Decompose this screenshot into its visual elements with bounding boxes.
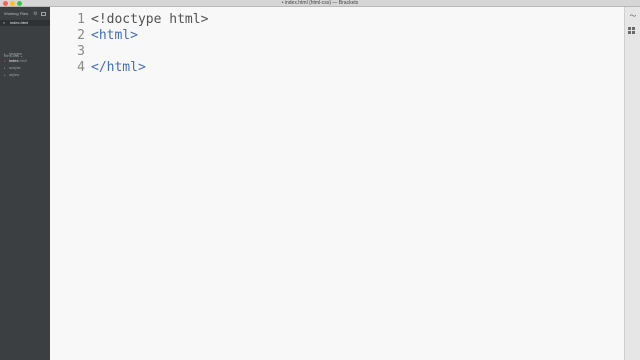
tree-folder-styles[interactable]: ▸ styles <box>4 72 19 78</box>
code-line[interactable]: 4 </html> <box>50 60 624 76</box>
code-text[interactable]: <!doctype html> <box>91 12 208 28</box>
code-text[interactable]: <html> <box>91 28 138 44</box>
tree-item-label: scripts <box>9 65 21 70</box>
working-file-label: index.html <box>10 20 29 25</box>
line-number: 4 <box>77 60 85 75</box>
close-icon[interactable]: × <box>3 20 5 26</box>
line-number: 2 <box>77 28 85 43</box>
tree-item-label: images <box>9 51 22 56</box>
sidebar: Working Files ⚙ × index.html html-css⌄ ▸… <box>0 7 50 360</box>
code-line[interactable]: 1 <!doctype html> <box>50 12 624 28</box>
tree-folder-images[interactable]: ▸ images <box>4 51 22 57</box>
title-bar: • index.html (html-css) — Brackets <box>0 0 640 7</box>
working-files-header: Working Files ⚙ <box>0 10 50 18</box>
code-line[interactable]: 3 <box>50 44 624 60</box>
working-files-label: Working Files <box>4 11 29 16</box>
gear-icon[interactable]: ⚙ <box>33 10 37 18</box>
split-view-icon[interactable] <box>41 12 46 16</box>
tree-item-label: styles <box>9 72 20 77</box>
working-file-item[interactable]: × index.html <box>0 20 50 26</box>
live-preview-icon[interactable]: 〜 <box>628 13 638 21</box>
window-title: • index.html (html-css) — Brackets <box>281 0 359 6</box>
line-number: 3 <box>77 44 85 59</box>
code-text[interactable]: </html> <box>91 60 146 76</box>
main-toolbar: 〜 <box>624 7 640 360</box>
extension-manager-icon[interactable] <box>628 27 637 35</box>
tree-item-label: index <box>9 58 19 63</box>
project-title[interactable]: html-css⌄ <box>4 44 23 58</box>
code-editor[interactable]: 1 <!doctype html> 2 <html> 3 4 </html> <box>50 7 624 360</box>
tree-item-extension: .html <box>18 58 28 63</box>
tree-folder-scripts[interactable]: ▸ scripts <box>4 65 21 71</box>
code-line[interactable]: 2 <html> <box>50 28 624 44</box>
tree-file-index[interactable]: • index.html <box>4 58 27 64</box>
line-number: 1 <box>77 12 85 27</box>
